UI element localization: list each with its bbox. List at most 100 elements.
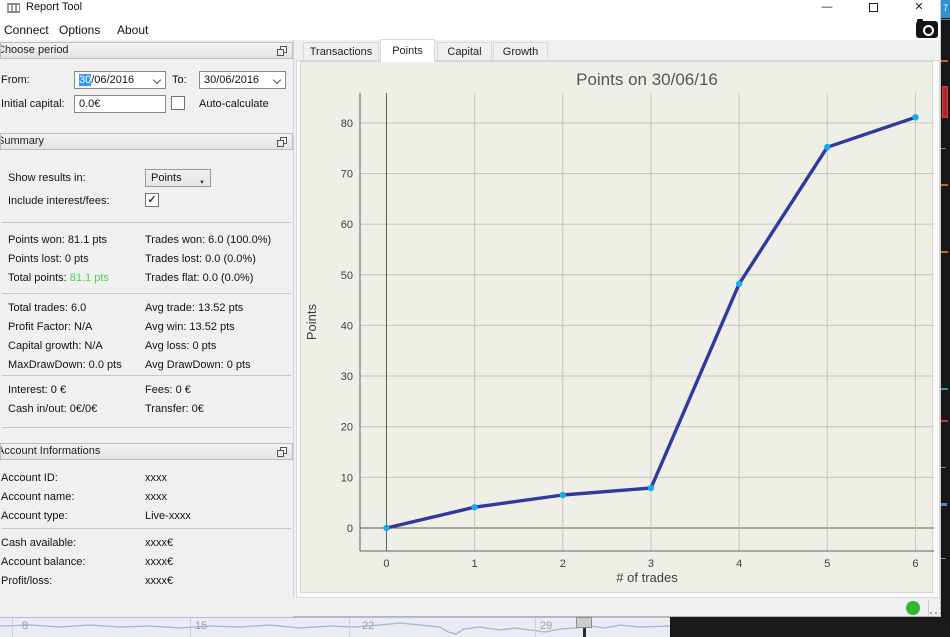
cash-available-label: Cash available: — [1, 537, 77, 549]
svg-text:1: 1 — [472, 558, 478, 570]
bg-axis-label: 8 — [22, 620, 29, 632]
svg-text:70: 70 — [341, 169, 353, 181]
account-row: Account ID: xxxx — [0, 469, 293, 488]
connection-status-indicator — [906, 601, 920, 615]
profit-factor: Profit Factor: N/A — [8, 321, 93, 333]
summary-header: Summary — [0, 133, 293, 150]
stat-row: Total points: 81.1 pts Trades flat: 0.0 … — [0, 269, 293, 288]
initial-capital-label: Initial capital: — [1, 98, 65, 110]
chart-xlabel: # of trades — [616, 570, 678, 585]
auto-calculate-checkbox[interactable] — [171, 96, 185, 110]
background-dark-strip — [670, 617, 950, 637]
svg-text:60: 60 — [341, 219, 353, 231]
tab-transactions[interactable]: Transactions — [303, 42, 379, 61]
points-tab-page: Points on 30/06/16 Points # of trades 0 1… — [296, 60, 940, 598]
background-cursor-line — [583, 628, 586, 637]
account-type-value: Live-xxxx — [145, 510, 191, 522]
summary-title: Summary — [0, 135, 45, 147]
svg-text:50: 50 — [341, 270, 353, 282]
profit-loss-label: Profit/loss: — [1, 575, 53, 587]
svg-text:4: 4 — [736, 558, 742, 570]
menu-connect[interactable]: Connect — [0, 21, 53, 39]
float-panel-icon[interactable] — [277, 447, 287, 457]
float-panel-icon[interactable] — [277, 137, 287, 147]
statusbar-separator — [928, 600, 929, 615]
tab-growth[interactable]: Growth — [493, 42, 548, 61]
account-balance-label: Account balance: — [1, 556, 86, 568]
stat-row: Total trades: 6.0 Avg trade: 13.52 pts — [0, 299, 293, 318]
float-panel-icon[interactable] — [277, 46, 287, 56]
svg-text:5: 5 — [824, 558, 830, 570]
account-info-title: Account Informations — [0, 445, 101, 457]
svg-text:80: 80 — [341, 118, 353, 130]
capital-growth: Capital growth: N/A — [8, 340, 103, 352]
menu-about[interactable]: About — [113, 21, 152, 39]
stat-row: Points won: 81.1 pts Trades won: 6.0 (10… — [0, 231, 293, 250]
profit-loss-value: xxxx€ — [145, 575, 174, 587]
svg-text:30: 30 — [341, 371, 353, 383]
titlebar[interactable]: Report Tool — ✕ — [0, 0, 940, 17]
account-id-label: Account ID: — [1, 472, 58, 484]
chevron-down-icon[interactable] — [152, 75, 162, 85]
svg-text:20: 20 — [341, 422, 353, 434]
fees: Fees: 0 € — [145, 384, 191, 396]
avg-drawdown: Avg DrawDown: 0 pts — [145, 359, 251, 371]
from-date-rest-text: /06/2016 — [91, 74, 135, 86]
svg-text:3: 3 — [648, 558, 654, 570]
show-results-label: Show results in: — [8, 172, 86, 184]
to-label: To: — [172, 74, 187, 86]
dropdown-arrow-icon: ▼ — [199, 180, 205, 186]
svg-text:2: 2 — [560, 558, 566, 570]
menubar: Connect Options About — [0, 18, 800, 40]
bg-axis-label: 22 — [362, 620, 375, 632]
bg-gridline — [190, 618, 191, 637]
close-button[interactable]: ✕ — [905, 0, 933, 16]
report-tool-window: Report Tool — ✕ Connect Options About Ch… — [0, 0, 942, 617]
tab-points[interactable]: Points — [380, 39, 435, 62]
initial-capital-input[interactable]: 0.0€ — [74, 95, 166, 113]
svg-text:10: 10 — [341, 472, 353, 484]
bg-axis-label: 15 — [195, 620, 208, 632]
points-chart: Points on 30/06/16 Points # of trades 0 1… — [300, 61, 934, 593]
max-drawdown: MaxDrawDown: 0.0 pts — [8, 359, 122, 371]
camera-icon[interactable] — [916, 19, 938, 38]
cash-available-value: xxxx€ — [145, 537, 174, 549]
trades-won: Trades won: 6.0 (100.0%) — [145, 234, 272, 246]
avg-win: Avg win: 13.52 pts — [145, 321, 235, 333]
from-label: From: — [1, 74, 30, 86]
bg-gridline — [535, 618, 536, 637]
maximize-icon — [868, 3, 878, 12]
account-name-value: xxxx — [145, 491, 167, 503]
avg-loss: Avg loss: 0 pts — [145, 340, 217, 352]
app-icon — [7, 3, 20, 13]
stat-row: Points lost: 0 pts Trades lost: 0.0 (0.0… — [0, 250, 293, 269]
stat-row: Interest: 0 € Fees: 0 € — [0, 381, 293, 400]
include-interest-checkbox[interactable]: ✓ — [145, 193, 159, 207]
show-results-combobox[interactable]: Points ▼ — [145, 169, 211, 187]
stat-row: Capital growth: N/A Avg loss: 0 pts — [0, 337, 293, 356]
svg-text:6: 6 — [912, 558, 918, 570]
menu-options[interactable]: Options — [55, 21, 104, 39]
total-points-value: 81.1 pts — [69, 272, 109, 284]
account-row: Account name: xxxx — [0, 488, 293, 507]
from-date-input[interactable]: 30/06/2016 — [74, 71, 166, 89]
svg-text:0: 0 — [347, 523, 353, 535]
tab-capital[interactable]: Capital — [437, 42, 492, 61]
svg-text:0: 0 — [383, 558, 389, 570]
chevron-down-icon[interactable] — [272, 75, 282, 85]
bg-gridline — [349, 618, 350, 637]
svg-text:40: 40 — [341, 320, 353, 332]
background-app-sliver: 7 — [941, 0, 950, 617]
cash-in-out: Cash in/out: 0€/0€ — [8, 403, 98, 415]
minimize-button[interactable]: — — [813, 0, 841, 16]
bg-gridline — [12, 618, 13, 637]
account-type-label: Account type: — [1, 510, 68, 522]
maximize-button[interactable] — [859, 0, 887, 16]
trades-lost: Trades lost: 0.0 (0.0%) — [145, 253, 256, 265]
choose-period-title: Choose period — [0, 44, 69, 56]
from-date-selected-text: 30 — [79, 74, 92, 86]
to-date-input[interactable]: 30/06/2016 — [199, 71, 286, 89]
background-sparkline — [0, 622, 671, 635]
total-points: Total points: 81.1 pts — [8, 272, 109, 284]
account-row: Account balance: xxxx€ — [0, 553, 293, 572]
